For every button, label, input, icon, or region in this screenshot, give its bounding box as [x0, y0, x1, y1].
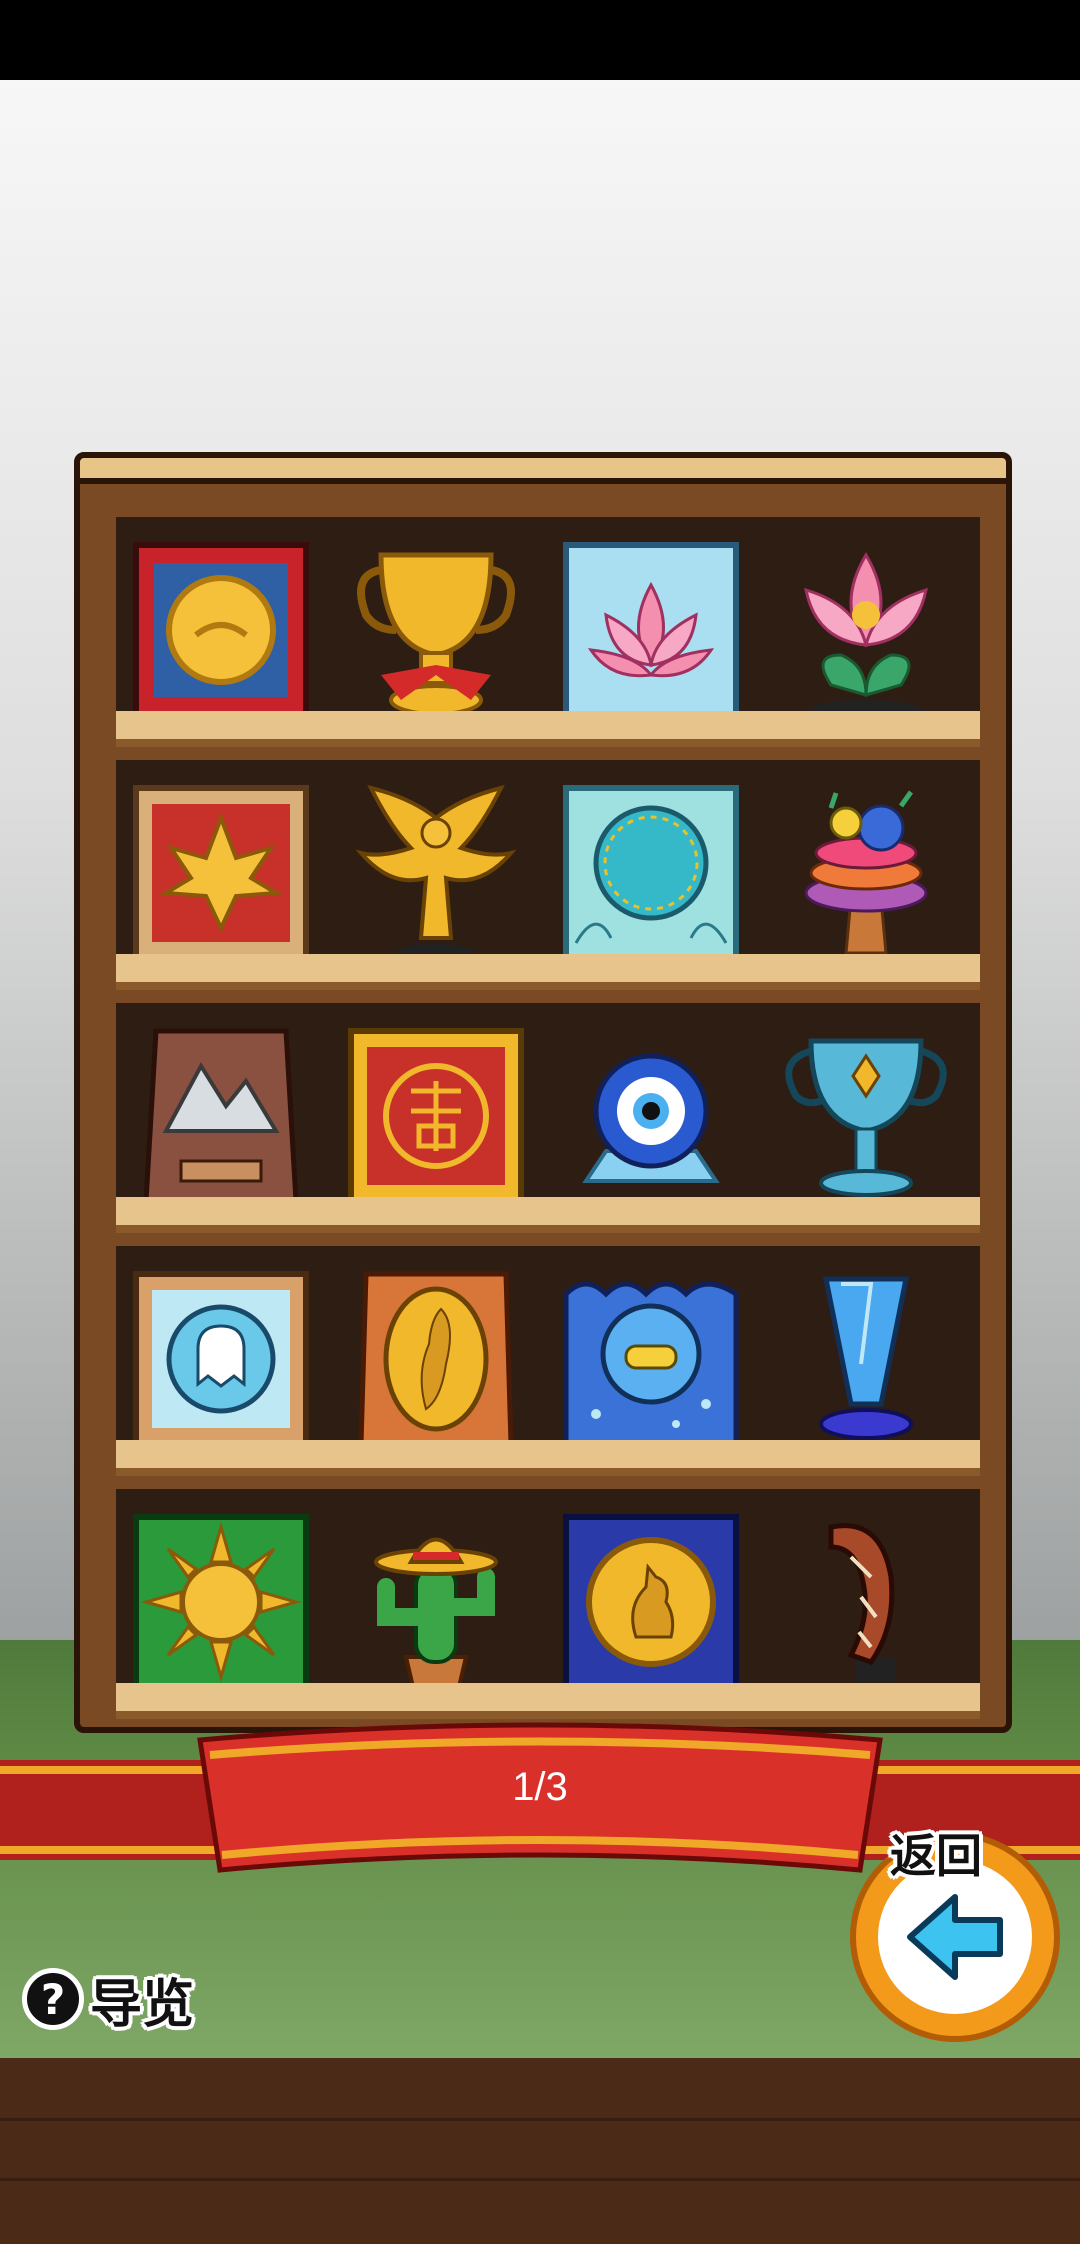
- trophy-golden-phoenix[interactable]: [341, 778, 531, 968]
- trophy-sun-plaque[interactable]: [126, 1507, 316, 1697]
- background-floor: [0, 2058, 1080, 2244]
- arrow-left-icon: [907, 1894, 1003, 1980]
- trophy-double-happiness-plaque[interactable]: [341, 1021, 531, 1211]
- guide-button[interactable]: ? 导览: [22, 1964, 195, 2035]
- trophy-framed-coin[interactable]: [126, 535, 316, 725]
- back-label: 返回: [890, 1829, 982, 1883]
- trophy-evil-eye-stand[interactable]: [556, 1021, 746, 1211]
- shelf-row-4: [116, 1246, 980, 1476]
- trophy-framed-ghost-medal[interactable]: [126, 1264, 316, 1454]
- status-bar: [0, 0, 1080, 80]
- trophy-kangaroo-coin-plaque[interactable]: [556, 1507, 746, 1697]
- trophy-nff-glass-trophy[interactable]: [771, 1264, 961, 1454]
- trophy-madagascar-plaque[interactable]: [341, 1264, 531, 1454]
- guide-label: 导览: [90, 1974, 195, 2035]
- shelf-row-5: [116, 1489, 980, 1719]
- trophy-maple-leaf-plaque[interactable]: [126, 778, 316, 968]
- trophy-teal-mirror-plaque[interactable]: [556, 778, 746, 968]
- trophy-shelf: [74, 455, 1012, 1733]
- trophy-boomerang[interactable]: [771, 1507, 961, 1697]
- trophy-blue-trophy-cup[interactable]: [771, 1021, 961, 1211]
- trophy-gold-cup[interactable]: [341, 535, 531, 725]
- shelf-row-1: [116, 517, 980, 747]
- question-icon: ?: [22, 1968, 84, 2030]
- trophy-lotus-plaque[interactable]: [556, 535, 746, 725]
- trophy-coral-trophy[interactable]: [771, 778, 961, 968]
- trophy-lotus-flower[interactable]: [771, 535, 961, 725]
- trophy-sombrero-cactus[interactable]: [341, 1507, 531, 1697]
- shelf-row-3: [116, 1003, 980, 1233]
- trophy-mountain-plaque[interactable]: [126, 1021, 316, 1211]
- shelf-row-2: [116, 760, 980, 990]
- shelf-top-board: [74, 452, 1012, 484]
- trophy-ocean-sub-plaque[interactable]: [556, 1264, 746, 1454]
- page-indicator: 1/3: [512, 1765, 568, 1809]
